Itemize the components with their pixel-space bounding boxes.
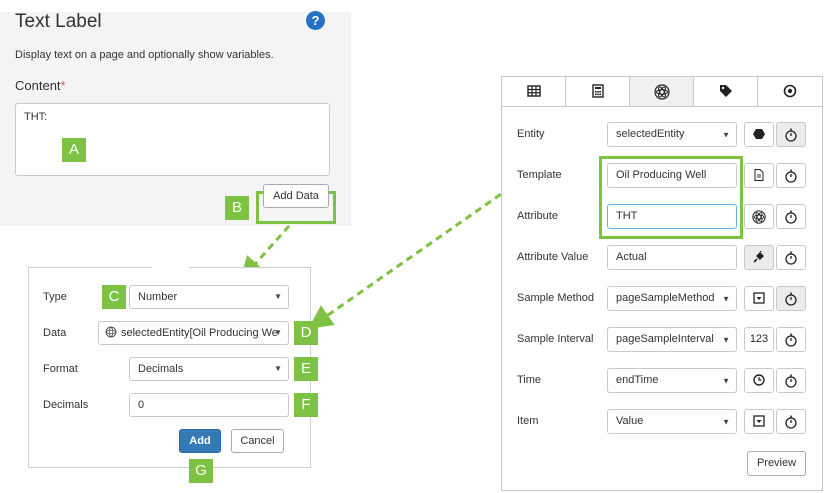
sample-interval-value: pageSampleInterval: [616, 333, 714, 345]
callout-g: G: [189, 459, 213, 483]
dropdown-box-icon: [753, 292, 765, 304]
item-link-button[interactable]: [776, 409, 806, 434]
tab-tags[interactable]: [694, 77, 758, 107]
data-value: selectedEntity[Oil Producing We: [121, 327, 278, 339]
sample-method-dropdown-button[interactable]: [744, 286, 774, 311]
tab-entity[interactable]: [630, 77, 694, 107]
chevron-down-icon: ▼: [722, 294, 730, 303]
atom-icon: [105, 326, 117, 338]
atom-icon: [653, 84, 670, 100]
format-value: Decimals: [138, 363, 184, 375]
entity-label: Entity: [517, 128, 545, 140]
stopwatch-icon: [785, 292, 797, 306]
template-link-button[interactable]: [776, 163, 806, 188]
stopwatch-icon: [785, 251, 797, 265]
sample-method-select[interactable]: pageSampleMethod ▼: [607, 286, 737, 311]
attribute-label: Attribute: [517, 210, 558, 222]
tab-table[interactable]: [502, 77, 566, 107]
sample-interval-select[interactable]: pageSampleInterval ▼: [607, 327, 737, 352]
time-clock-button[interactable]: [744, 368, 774, 393]
stopwatch-icon: [785, 210, 797, 224]
plug-icon: [753, 249, 764, 263]
entity-type-button[interactable]: [744, 122, 774, 147]
callout-c: C: [102, 285, 126, 309]
entity-select[interactable]: selectedEntity ▼: [607, 122, 737, 147]
decimals-label: Decimals: [43, 399, 89, 411]
entity-link-button[interactable]: [776, 122, 806, 147]
preview-button[interactable]: Preview: [747, 451, 806, 476]
callout-f: F: [294, 393, 318, 417]
hexagon-icon: [753, 129, 765, 139]
attribute-value-label: Attribute Value: [517, 251, 589, 263]
stopwatch-icon: [785, 415, 797, 429]
chevron-down-icon: ▼: [722, 130, 730, 139]
table-icon: [526, 85, 541, 97]
attribute-value-value: Actual: [616, 251, 647, 263]
chevron-down-icon: ▼: [722, 376, 730, 385]
decimals-input[interactable]: 0: [129, 393, 289, 417]
sample-interval-link-button[interactable]: [776, 327, 806, 352]
clock-icon: [753, 374, 765, 386]
add-button[interactable]: Add: [179, 429, 221, 453]
stopwatch-icon: [785, 333, 797, 347]
attribute-value-plug-button[interactable]: [744, 245, 774, 270]
sample-method-value: pageSampleMethod: [616, 292, 715, 304]
callout-d: D: [294, 321, 318, 345]
format-label: Format: [43, 363, 78, 375]
chevron-down-icon: ▼: [274, 292, 282, 301]
type-value: Number: [138, 291, 178, 303]
callout-e: E: [294, 357, 318, 381]
tab-target[interactable]: [758, 77, 822, 107]
sample-method-label: Sample Method: [517, 292, 595, 304]
arrow-add-data-to-popover: [240, 225, 291, 281]
entity-value: selectedEntity: [616, 128, 685, 140]
popover-arrow-mask: [152, 266, 190, 269]
template-label: Template: [517, 169, 562, 181]
data-select[interactable]: selectedEntity[Oil Producing We ▼: [98, 321, 289, 345]
time-value: endTime: [616, 374, 659, 386]
format-select[interactable]: Decimals ▼: [129, 357, 289, 381]
chevron-down-icon: ▼: [274, 364, 282, 373]
time-label: Time: [517, 374, 542, 386]
chevron-down-icon: ▼: [274, 328, 282, 337]
item-label: Item: [517, 415, 539, 427]
time-link-button[interactable]: [776, 368, 806, 393]
attribute-value-input[interactable]: Actual: [607, 245, 737, 270]
stopwatch-icon: [785, 128, 797, 142]
attribute-value-link-button[interactable]: [776, 245, 806, 270]
item-value: Value: [616, 415, 644, 427]
type-label: Type: [43, 291, 67, 303]
sample-interval-label: Sample Interval: [517, 333, 594, 345]
decimals-value: 0: [138, 399, 145, 411]
tab-calculator[interactable]: [566, 77, 630, 107]
attribute-browse-button[interactable]: [744, 204, 774, 229]
cancel-button[interactable]: Cancel: [231, 429, 284, 453]
template-browse-button[interactable]: [744, 163, 774, 188]
tag-icon: [719, 85, 732, 97]
template-attribute-highlight: [599, 156, 743, 239]
item-select[interactable]: Value ▼: [607, 409, 737, 434]
dropdown-box-icon: [753, 415, 765, 427]
chevron-down-icon: ▼: [722, 417, 730, 426]
item-dropdown-button[interactable]: [744, 409, 774, 434]
attribute-link-button[interactable]: [776, 204, 806, 229]
stopwatch-icon: [785, 169, 797, 183]
type-select[interactable]: Number ▼: [129, 285, 289, 309]
target-icon: [783, 84, 797, 98]
calculator-icon: [591, 84, 604, 98]
atom-icon: [752, 210, 766, 224]
sample-interval-number-button[interactable]: 123: [744, 327, 774, 352]
stopwatch-icon: [785, 374, 797, 388]
sample-method-link-button[interactable]: [776, 286, 806, 311]
time-select[interactable]: endTime ▼: [607, 368, 737, 393]
data-label: Data: [43, 327, 67, 339]
document-icon: [754, 169, 764, 181]
chevron-down-icon: ▼: [722, 335, 730, 344]
